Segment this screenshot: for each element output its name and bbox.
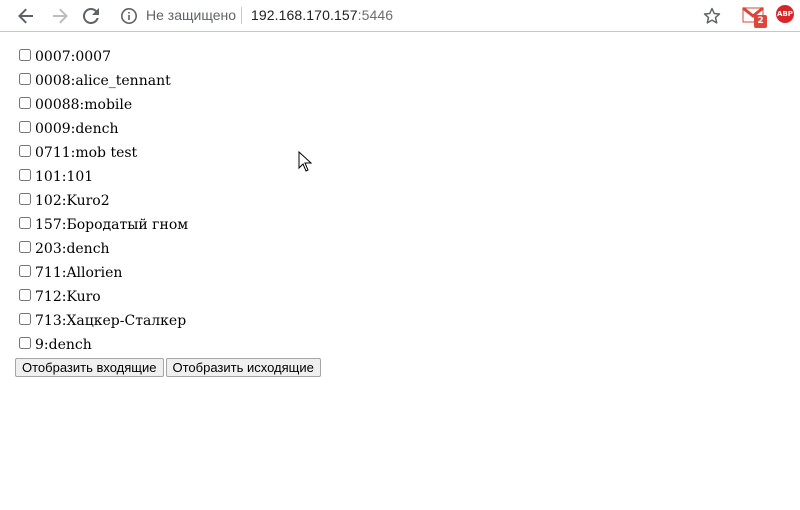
list-item: 0009:dench bbox=[19, 117, 188, 141]
show-incoming-button[interactable]: Отобразить входящие bbox=[15, 358, 164, 377]
list-item: 0008:alice_tennant bbox=[19, 69, 188, 93]
item-checkbox[interactable] bbox=[19, 49, 31, 61]
url-port: :5446 bbox=[357, 7, 394, 23]
item-checkbox[interactable] bbox=[19, 121, 31, 133]
item-checkbox[interactable] bbox=[19, 169, 31, 181]
item-checkbox[interactable] bbox=[19, 97, 31, 109]
security-status[interactable]: Не защищено bbox=[146, 7, 236, 23]
back-arrow-icon[interactable] bbox=[14, 4, 38, 28]
list-item: 101:101 bbox=[19, 165, 188, 189]
item-checkbox[interactable] bbox=[19, 145, 31, 157]
list-item: 713:Хацкер-Сталкер bbox=[19, 309, 188, 333]
list-item: 9:dench bbox=[19, 333, 188, 357]
list-item: 203:dench bbox=[19, 237, 188, 261]
item-label: 0009:dench bbox=[35, 121, 119, 137]
item-checkbox[interactable] bbox=[19, 265, 31, 277]
item-label: 203:dench bbox=[35, 241, 110, 257]
item-label: 0711:mob test bbox=[35, 145, 138, 161]
list-item: 712:Kuro bbox=[19, 285, 188, 309]
item-label: 157:Бородатый гном bbox=[35, 217, 189, 233]
reload-icon[interactable] bbox=[79, 4, 103, 28]
gmail-unread-badge: 2 bbox=[754, 15, 767, 28]
item-checkbox[interactable] bbox=[19, 73, 31, 85]
item-label: 101:101 bbox=[35, 169, 94, 185]
list-item: 157:Бородатый гном bbox=[19, 213, 188, 237]
mouse-cursor-icon bbox=[298, 150, 313, 173]
item-checkbox[interactable] bbox=[19, 337, 31, 349]
item-checkbox[interactable] bbox=[19, 193, 31, 205]
url-separator bbox=[241, 7, 242, 24]
info-icon[interactable] bbox=[120, 7, 138, 25]
item-label: 713:Хацкер-Сталкер bbox=[35, 313, 187, 329]
list-item: 711:Allorien bbox=[19, 261, 188, 285]
item-checkbox[interactable] bbox=[19, 217, 31, 229]
item-label: 0007:0007 bbox=[35, 49, 111, 65]
item-label: 0008:alice_tennant bbox=[35, 73, 171, 89]
url-host: 192.168.170.157 bbox=[251, 7, 358, 23]
forward-arrow-icon[interactable] bbox=[48, 4, 72, 28]
item-checkbox[interactable] bbox=[19, 313, 31, 325]
show-outgoing-button[interactable]: Отобразить исходящие bbox=[165, 358, 321, 377]
list-item: 102:Kuro2 bbox=[19, 189, 188, 213]
adblock-icon[interactable]: ABP bbox=[776, 5, 794, 23]
item-checkbox[interactable] bbox=[19, 289, 31, 301]
item-label: 102:Kuro2 bbox=[35, 193, 110, 209]
item-checkbox[interactable] bbox=[19, 241, 31, 253]
action-buttons: Отобразить входящие Отобразить исходящие bbox=[15, 358, 323, 377]
browser-toolbar: Не защищено 192.168.170.157:5446 2 ABP bbox=[0, 0, 800, 32]
item-label: 00088:mobile bbox=[35, 97, 133, 113]
item-label: 711:Allorien bbox=[35, 265, 123, 281]
item-label: 712:Kuro bbox=[35, 289, 101, 305]
star-icon[interactable] bbox=[702, 6, 722, 26]
list-item: 0007:0007 bbox=[19, 45, 188, 69]
list-item: 00088:mobile bbox=[19, 93, 188, 117]
address-bar[interactable]: 192.168.170.157:5446 bbox=[251, 7, 393, 23]
list-item: 0711:mob test bbox=[19, 141, 188, 165]
checkbox-list: 0007:0007 0008:alice_tennant 00088:mobil… bbox=[19, 45, 188, 357]
item-label: 9:dench bbox=[35, 337, 92, 353]
